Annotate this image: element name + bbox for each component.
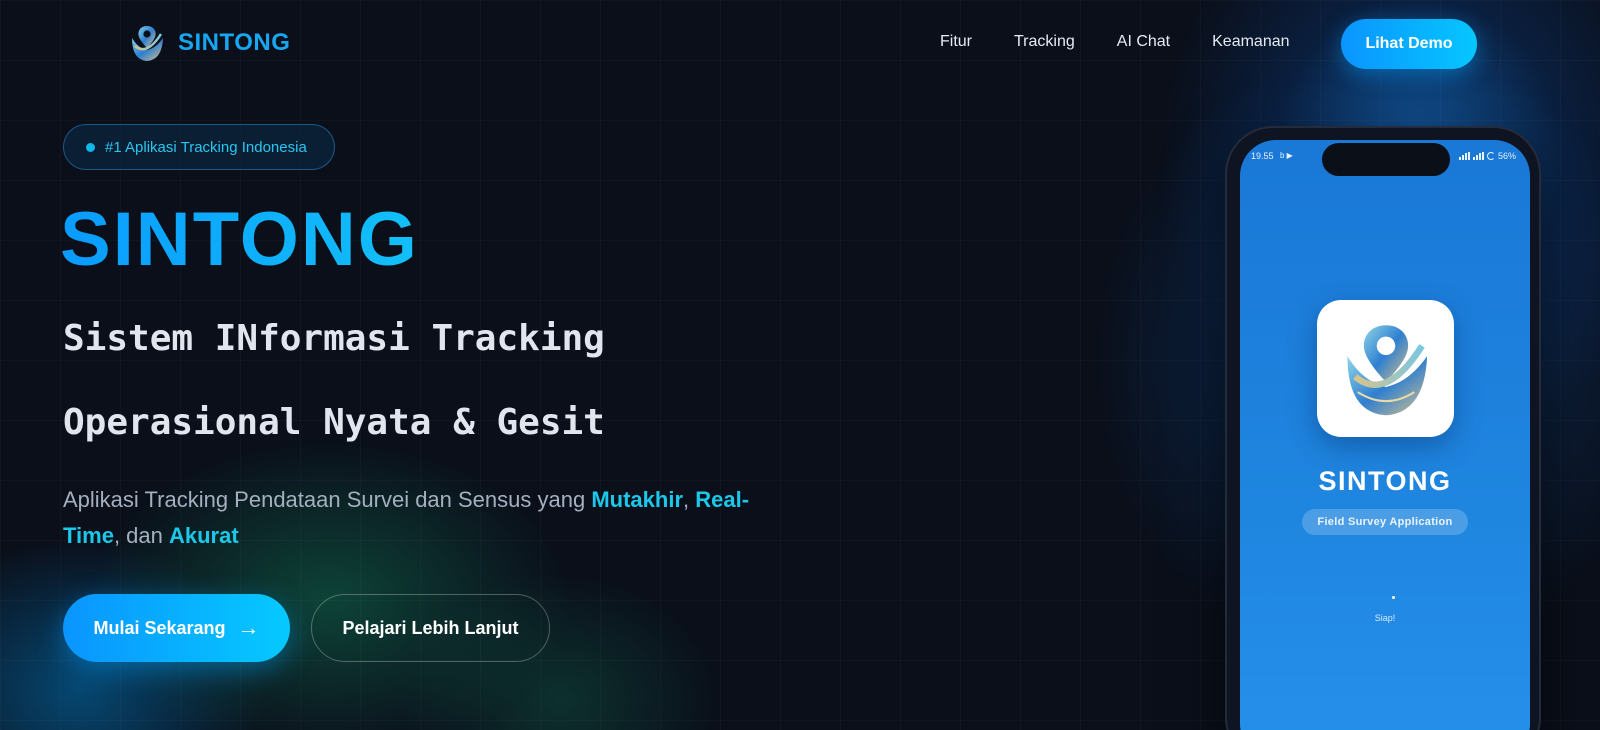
phone-mockup: 19.55 b ▶ 56% SINTONG Field Survey Appli… xyxy=(1225,126,1541,730)
nav-link-tracking[interactable]: Tracking xyxy=(1014,33,1075,51)
phone-notch xyxy=(1322,143,1450,176)
status-right-icons: 56% xyxy=(1458,151,1516,161)
app-icon xyxy=(1317,300,1454,437)
loading-indicator xyxy=(1392,596,1395,599)
status-time: 19.55 xyxy=(1251,151,1274,161)
view-demo-button[interactable]: Lihat Demo xyxy=(1341,19,1477,69)
signal-icon-2 xyxy=(1472,152,1484,160)
brand-home-link[interactable]: SINTONG xyxy=(126,22,290,64)
badge-text: #1 Aplikasi Tracking Indonesia xyxy=(105,138,307,156)
sintong-logo-icon xyxy=(132,26,163,61)
nav-links: Fitur Tracking AI Chat Keamanan xyxy=(940,33,1290,51)
phone-screen: 19.55 b ▶ 56% SINTONG Field Survey Appli… xyxy=(1240,140,1530,730)
description-separator-1: , xyxy=(683,487,696,512)
description-separator-2: , dan xyxy=(113,523,169,548)
highlight-akurat: Akurat xyxy=(169,523,239,548)
highlight-mutakhir: Mutakhir xyxy=(591,487,684,512)
start-now-button[interactable]: Mulai Sekarang → xyxy=(63,594,290,662)
badge-dot-icon xyxy=(86,142,95,152)
hero-description: Aplikasi Tracking Pendataan Survei dan S… xyxy=(63,482,753,554)
app-tagline: Field Survey Application xyxy=(1302,509,1468,535)
app-name: SINTONG xyxy=(1318,466,1452,496)
loading-text: Siap! xyxy=(1374,613,1396,623)
signal-icon xyxy=(1458,152,1470,160)
hero-title: SINTONG xyxy=(60,197,419,282)
top-navigation: SINTONG Fitur Tracking AI Chat Keamanan … xyxy=(0,0,1600,88)
brand-name: SINTONG xyxy=(178,29,291,56)
battery-percent: 56% xyxy=(1497,151,1516,161)
nav-link-keamanan[interactable]: Keamanan xyxy=(1212,33,1289,51)
sintong-app-logo-icon xyxy=(1346,324,1427,415)
arrow-right-icon: → xyxy=(237,615,260,640)
status-notification-icons: b ▶ xyxy=(1280,151,1293,160)
nav-link-ai-chat[interactable]: AI Chat xyxy=(1117,33,1170,51)
learn-more-button[interactable]: Pelajari Lebih Lanjut xyxy=(311,594,550,662)
description-prefix: Aplikasi Tracking Pendataan Survei dan S… xyxy=(63,487,592,512)
nav-link-fitur[interactable]: Fitur xyxy=(940,33,972,51)
hero-subtitle-line-2: Operasional Nyata & Gesit xyxy=(63,402,605,443)
hero-subtitle-line-1: Sistem INformasi Tracking xyxy=(63,318,605,359)
start-now-label: Mulai Sekarang xyxy=(93,617,226,638)
battery-icon xyxy=(1486,152,1495,160)
hero-badge: #1 Aplikasi Tracking Indonesia xyxy=(63,124,335,170)
